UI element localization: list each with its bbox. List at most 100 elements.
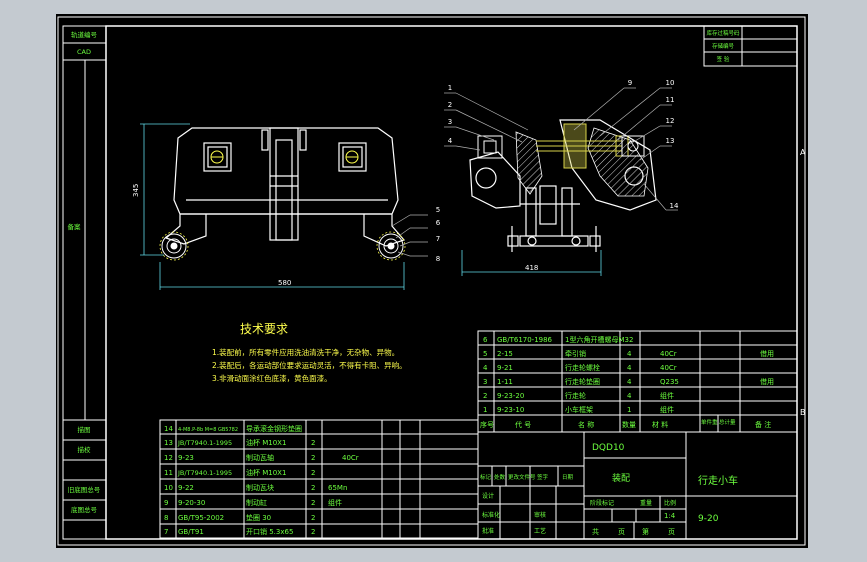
bom-top-r3-name: 行走轮螺栓	[565, 363, 600, 372]
bom-top-r2-mat: 40Cr	[660, 350, 677, 358]
bom-left-r8-qty: 2	[311, 514, 315, 522]
bom-left-r11-code: JB/T7940.1-1995	[177, 469, 232, 477]
bom-top-r3-mat: 40Cr	[660, 364, 677, 372]
bom-header-unit-weight: 单件重	[701, 418, 718, 426]
bom-top-r6-no: 1	[483, 406, 487, 414]
bom-header-total-weight: 总计量	[719, 418, 736, 426]
bom-top-r6-name: 小车框架	[565, 405, 593, 414]
bom-top-r5-mat: 组件	[660, 391, 674, 400]
bom-top-r2-qty: 4	[627, 350, 632, 358]
bom-left-r9-code: 9-20-30	[178, 499, 205, 507]
bom-left-r7-name: 开口销 5.3x65	[246, 527, 293, 536]
bom-left-r7-code: GB/T91	[178, 528, 204, 536]
dimension-width-left: 580	[278, 279, 291, 287]
bom-left-r11-no: 11	[164, 469, 173, 477]
bom-left-r13-name: 油杯 M10X1	[246, 438, 286, 447]
bom-left-r11-name: 油杯 M10X1	[246, 468, 286, 477]
tech-req-line-3: 3.非滑动面涂红色底漆，黄色面漆。	[212, 373, 332, 383]
bom-left-r12-name: 制动瓦轴	[246, 453, 274, 462]
title-sheet-no: 第	[642, 527, 649, 536]
bom-left-r8-name: 垫圈 30	[246, 513, 271, 522]
title-left-header-date: 日期	[562, 474, 574, 481]
sidebar-label-trace-check: 描校	[78, 445, 92, 454]
bom-top-r4-name: 行走轮垫圈	[565, 377, 600, 386]
bom-header-code: 代 号	[515, 420, 531, 429]
balloon-8: 8	[436, 255, 440, 263]
bom-left-r14-name: 导承滚金钢形垫圈	[246, 424, 302, 433]
balloon-13: 13	[666, 137, 675, 145]
title-block-drawing-no: 9-20	[698, 514, 719, 524]
title-sheet-total: 共	[592, 527, 599, 536]
bom-left-r12-qty: 2	[311, 454, 315, 462]
bom-left-r7-qty: 2	[311, 528, 315, 536]
tech-req-line-1: 1.装配前，所有零件应用洗油清洗干净，无杂物、异物。	[212, 347, 399, 357]
balloon-9: 9	[628, 79, 632, 87]
bom-top-r3-qty: 4	[627, 364, 632, 372]
bom-top-r4-code: 1-11	[497, 378, 513, 386]
bom-left-r9-mat: 组件	[328, 498, 342, 507]
bom-top-r3-code: 9-21	[497, 364, 513, 372]
sidebar-label-trace: 描图	[78, 425, 91, 434]
bom-top-r4-note: 借用	[760, 377, 774, 386]
sidebar-label-base: 底图总号	[71, 505, 98, 514]
bom-top-r5-code: 9-23-20	[497, 392, 524, 400]
balloon-3: 3	[448, 118, 452, 126]
zone-letter-b: B	[800, 408, 806, 417]
bom-left-r8-no: 8	[164, 514, 168, 522]
bom-top-r6-mat: 组件	[660, 405, 674, 414]
bom-top-r3-no: 4	[483, 364, 488, 372]
bom-top-r6-qty: 1	[627, 406, 631, 414]
title-sheet-page-b: 页	[668, 528, 675, 536]
balloon-12: 12	[666, 117, 675, 125]
bom-left-r11-qty: 2	[311, 469, 315, 477]
balloon-7: 7	[436, 235, 440, 243]
title-block-code: DQD10	[592, 443, 625, 453]
cad-drawing-sheet: 轨道编号 CAD 备案 描图 描校 旧底图总号 底图总号 库存过稿号码 存储编号…	[56, 14, 808, 548]
top-right-row-3: 签 验	[717, 55, 730, 63]
dimension-height: 345	[132, 184, 140, 197]
title-stage-mark: 阶段标记	[590, 499, 614, 507]
bom-top-r2-name: 牵引销	[565, 349, 586, 358]
zone-letter-a: A	[800, 148, 806, 157]
title-left-header-sign: 签字	[537, 473, 549, 481]
balloon-6: 6	[436, 219, 441, 227]
bom-header-material: 材 料	[652, 420, 668, 429]
bom-top-r1-no: 6	[483, 336, 488, 344]
balloon-2: 2	[448, 101, 452, 109]
bom-top-r4-mat: Q235	[660, 378, 679, 386]
title-stage-scale: 比例	[664, 499, 676, 507]
sidebar-label-old-base: 旧底图总号	[68, 485, 101, 494]
bom-left-r7-no: 7	[164, 528, 168, 536]
title-stage-weight: 重量	[640, 499, 652, 507]
title-rev-design: 设计	[482, 492, 494, 500]
bom-top-r1-code: GB/T6170-1986	[497, 336, 553, 344]
bom-left-r10-mat: 65Mn	[328, 484, 347, 492]
bom-left-r12-code: 9-23	[178, 454, 194, 462]
bom-top-r4-no: 3	[483, 378, 487, 386]
bom-left-r10-qty: 2	[311, 484, 315, 492]
title-left-header-count: 处数	[494, 473, 506, 481]
title-rev-approve: 批准	[482, 527, 494, 535]
bom-left-r9-qty: 2	[311, 499, 315, 507]
bom-top-r1-name: 1型六角开槽螺母M32	[565, 335, 633, 344]
bom-top-r2-note: 借用	[760, 349, 774, 358]
bom-left-r13-no: 13	[164, 439, 173, 447]
bom-left-r14-no: 14	[164, 425, 173, 433]
title-rev-standard: 标准化	[482, 511, 500, 519]
bom-top-r5-no: 2	[483, 392, 487, 400]
sidebar-label-record: 备案	[68, 222, 82, 231]
bom-left-r12-no: 12	[164, 454, 173, 462]
sidebar-label-track-no: 轨道编号	[71, 30, 98, 39]
bom-header-remark: 备 注	[755, 420, 771, 429]
top-right-row-2: 存储编号	[712, 42, 735, 50]
bom-left-r8-code: GB/T95-2002	[178, 514, 224, 522]
balloon-4: 4	[448, 137, 453, 145]
title-rev-review: 审核	[534, 511, 546, 519]
bom-header-qty: 数量	[622, 420, 636, 429]
title-rev-process: 工艺	[534, 527, 546, 535]
balloon-10: 10	[666, 79, 675, 87]
top-right-row-1: 库存过稿号码	[706, 29, 740, 37]
bom-left-r10-code: 9-22	[178, 484, 194, 492]
bom-header-name: 名 称	[578, 420, 594, 429]
bom-left-r12-mat: 40Cr	[342, 454, 359, 462]
